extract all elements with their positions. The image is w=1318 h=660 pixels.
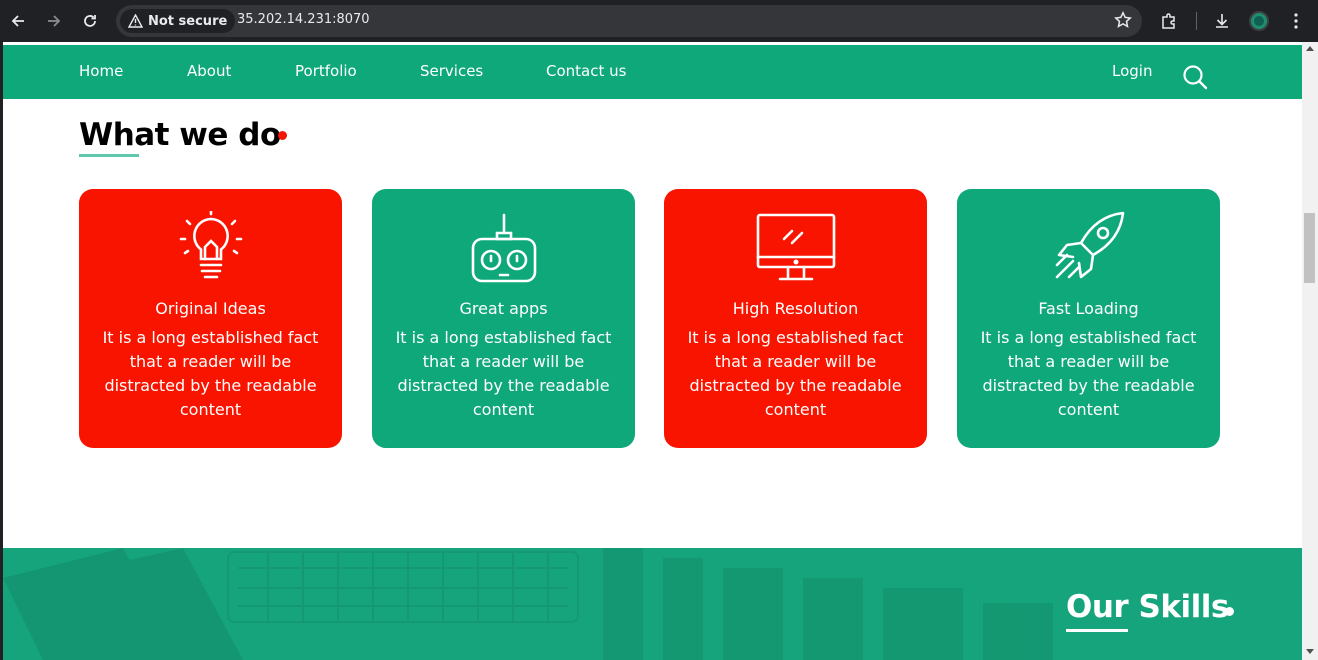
lightbulb-icon (171, 209, 251, 287)
back-arrow-icon (11, 15, 24, 27)
back-button[interactable] (6, 9, 30, 33)
address-bar[interactable]: Not secure 35.202.14.231:8070 (116, 5, 1142, 37)
monitor-icon (756, 211, 836, 287)
bookmark-star-icon[interactable] (1114, 11, 1132, 33)
skills-title-underline (1066, 629, 1128, 632)
remote-control-icon (464, 211, 544, 287)
card-text: It is a long established fact that a rea… (980, 328, 1197, 419)
title-accent-dot (278, 131, 287, 140)
nav-item-home[interactable]: Home (79, 62, 123, 80)
skills-section-banner: Our Skills (3, 548, 1302, 660)
browser-menu-kebab-icon[interactable] (1284, 9, 1308, 33)
skills-title-skills: Skills (1128, 589, 1230, 625)
extensions-puzzle-icon[interactable] (1157, 9, 1181, 33)
nav-item-contact-us[interactable]: Contact us (546, 62, 626, 80)
title-underline (79, 154, 139, 157)
browser-toolbar: Not secure 35.202.14.231:8070 (0, 0, 1318, 42)
download-icon[interactable] (1210, 9, 1234, 33)
card-title: Great apps (459, 299, 548, 318)
page-scrollbar[interactable] (1302, 42, 1318, 660)
warning-icon (128, 14, 143, 28)
nav-item-about[interactable]: About (187, 62, 231, 80)
login-link[interactable]: Login (1112, 62, 1152, 80)
forward-arrow-icon (48, 15, 61, 27)
card-title: High Resolution (732, 299, 859, 318)
service-card-great-apps: Great apps It is a long established fact… (372, 189, 635, 448)
nav-item-portfolio[interactable]: Portfolio (295, 62, 357, 80)
profile-avatar[interactable] (1249, 11, 1269, 31)
search-icon[interactable] (1182, 64, 1208, 94)
reload-button[interactable] (78, 9, 102, 33)
service-card-fast-loading: Fast Loading It is a long established fa… (957, 189, 1220, 448)
url-text[interactable]: 35.202.14.231:8070 (237, 12, 370, 27)
skills-title-dot (1225, 607, 1234, 616)
site-navigation: Home About Portfolio Services Contact us… (3, 45, 1302, 99)
section-title-our-skills: Our Skills (1066, 589, 1229, 625)
section-title-what-we-do: What we do (79, 117, 281, 153)
skills-title-our: Our (1066, 589, 1129, 625)
page-viewport: Home About Portfolio Services Contact us… (3, 42, 1302, 660)
card-text: It is a long established fact that a rea… (102, 328, 319, 419)
rocket-icon (1049, 211, 1129, 287)
card-title: Fast Loading (1038, 299, 1139, 318)
forward-button[interactable] (42, 9, 66, 33)
scroll-up-arrow-icon[interactable] (1306, 46, 1314, 51)
card-text: It is a long established fact that a rea… (395, 328, 612, 419)
nav-item-services[interactable]: Services (420, 62, 483, 80)
toolbar-divider (1196, 12, 1197, 30)
card-text: It is a long established fact that a rea… (687, 328, 904, 419)
scroll-down-arrow-icon[interactable] (1306, 649, 1314, 654)
card-title: Original Ideas (155, 299, 266, 318)
service-card-high-resolution: High Resolution It is a long established… (664, 189, 927, 448)
service-card-original-ideas: Original Ideas It is a long established … (79, 189, 342, 448)
reload-icon (84, 15, 96, 27)
security-chip-label: Not secure (148, 13, 228, 29)
scrollbar-thumb[interactable] (1304, 213, 1315, 283)
